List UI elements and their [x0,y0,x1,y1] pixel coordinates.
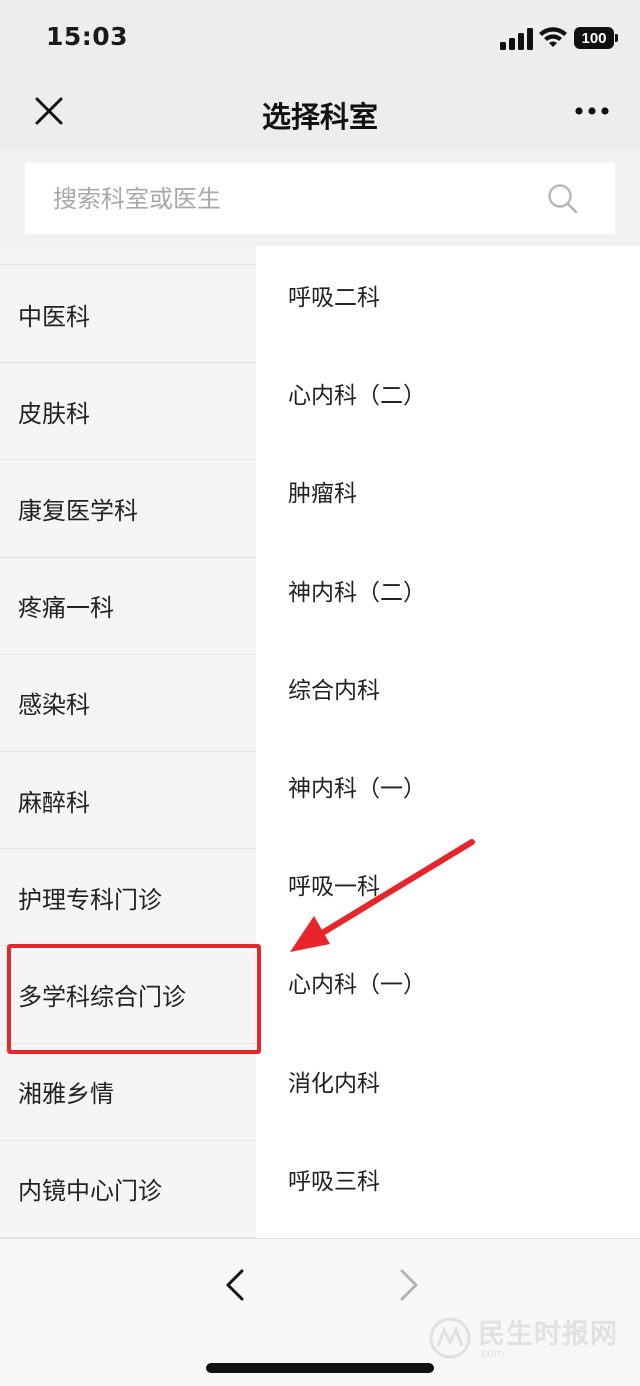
battery-level: 100 [581,29,607,47]
search-area [0,150,640,246]
department-list[interactable]: 呼吸二科 心内科（二） 肿瘤科 神内科（二） 综合内科 神内科（一） 呼吸一科 … [256,246,640,1238]
department-category-list[interactable]: 中医科 皮肤科 康复医学科 疼痛一科 感染科 麻醉科 护理专科门诊 多学科综合门… [0,246,256,1238]
department-panel: 中医科 皮肤科 康复医学科 疼痛一科 感染科 麻醉科 护理专科门诊 多学科综合门… [0,246,640,1238]
annotation-highlight-box [7,944,261,1054]
annotation-arrow-icon [290,839,475,952]
search-icon[interactable] [547,183,579,215]
chevron-right-icon[interactable] [390,1265,426,1305]
wifi-icon [539,27,567,47]
chevron-left-icon[interactable] [218,1265,254,1305]
category-item-pifu[interactable]: 皮肤科 [0,363,256,461]
department-item-xiaohua[interactable]: 消化内科 [256,1032,640,1130]
watermark: 民生时报网 .com [428,1312,628,1366]
category-item-neijing[interactable]: 内镜中心门诊 [0,1141,256,1238]
department-item-xinnei-2[interactable]: 心内科（二） [256,344,640,442]
nav-bar: 选择科室 [0,76,640,150]
search-box[interactable] [25,163,615,234]
page-title: 选择科室 [261,100,378,134]
status-bar: 15:03 100 [0,0,640,76]
department-items: 呼吸二科 心内科（二） 肿瘤科 神内科（二） 综合内科 神内科（一） 呼吸一科 … [256,246,640,1228]
watermark-logo-icon [429,1317,471,1359]
department-item-zhongliu[interactable]: 肿瘤科 [256,442,640,540]
watermark-sub: .com [478,1346,505,1360]
category-item-xiangya[interactable]: 湘雅乡情 [0,1044,256,1141]
category-item-huli[interactable]: 护理专科门诊 [0,849,256,947]
battery-icon: 100 [574,27,618,49]
category-item-kangfu[interactable]: 康复医学科 [0,460,256,558]
category-items: 中医科 皮肤科 康复医学科 疼痛一科 感染科 麻醉科 护理专科门诊 多学科综合门… [0,266,256,1238]
more-icon[interactable] [574,106,610,116]
home-indicator [206,1363,434,1373]
department-item-zonghe-neike[interactable]: 综合内科 [256,639,640,737]
status-time: 15:03 [46,22,129,51]
category-item-ganran[interactable]: 感染科 [0,655,256,752]
category-item-tengtong[interactable]: 疼痛一科 [0,558,256,655]
divider [0,264,256,265]
signal-icon [500,28,533,50]
department-item-huxi-3[interactable]: 呼吸三科 [256,1130,640,1228]
category-item-zhongyi[interactable]: 中医科 [0,266,256,364]
search-input[interactable] [53,163,543,234]
category-item-mazui[interactable]: 麻醉科 [0,752,256,850]
department-item-huxi-2[interactable]: 呼吸二科 [256,246,640,344]
department-item-shennei-2[interactable]: 神内科（二） [256,541,640,639]
department-item-shennei-1[interactable]: 神内科（一） [256,737,640,835]
